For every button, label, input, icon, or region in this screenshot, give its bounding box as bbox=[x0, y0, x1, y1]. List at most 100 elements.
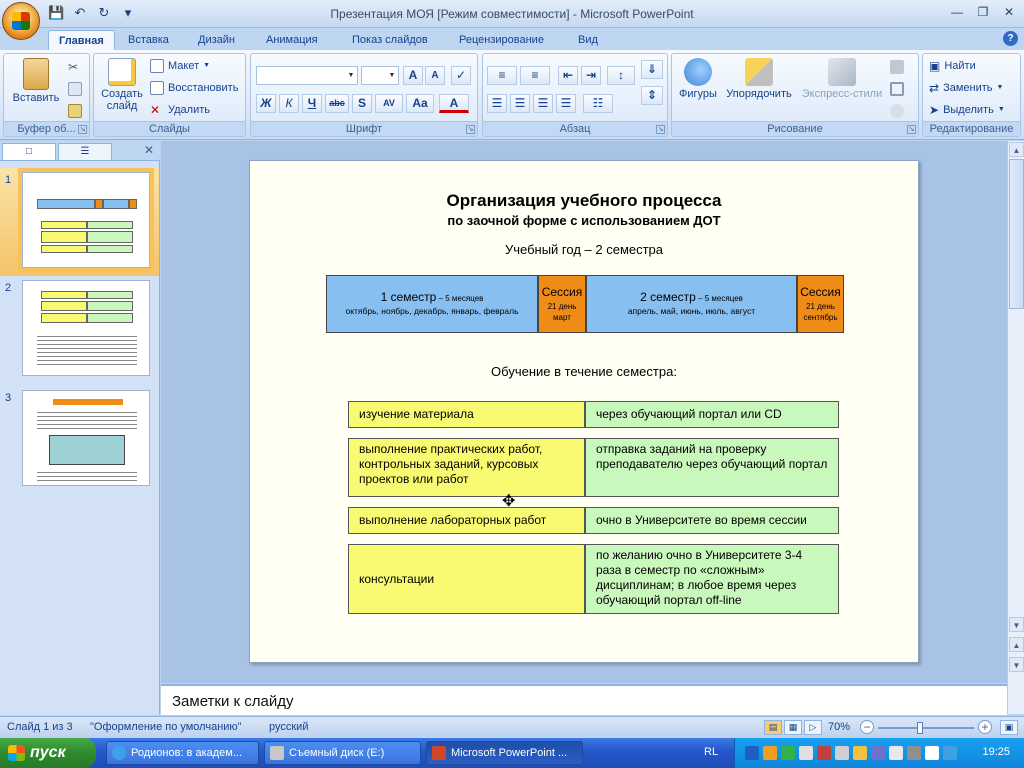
clipboard-launcher-icon[interactable]: ↘ bbox=[78, 125, 87, 134]
align-text-icon[interactable]: ⇕ bbox=[641, 86, 663, 105]
start-button[interactable]: пуск bbox=[0, 738, 96, 768]
font-color-button[interactable]: A bbox=[439, 94, 469, 113]
slide-canvas[interactable]: Организация учебного процесса по заочной… bbox=[249, 160, 919, 663]
strike-button[interactable]: abc bbox=[325, 94, 349, 113]
minimize-button[interactable]: — bbox=[946, 4, 968, 21]
printer-icon[interactable] bbox=[835, 746, 849, 760]
tab-home[interactable]: Главная bbox=[48, 30, 115, 50]
shape-effects-icon[interactable] bbox=[890, 104, 904, 118]
line-spacing-icon[interactable]: ↕ bbox=[607, 66, 635, 85]
align-right-icon[interactable]: ☰ bbox=[533, 94, 553, 113]
shadow-button[interactable]: S bbox=[352, 94, 372, 113]
language-indicator[interactable]: русский bbox=[269, 721, 308, 733]
thumbnail-slide-1[interactable] bbox=[22, 172, 150, 268]
paste-button[interactable]: Вставить bbox=[8, 58, 64, 104]
restore-button[interactable]: ❐ bbox=[972, 4, 994, 21]
task-removable-disk[interactable]: Съемный диск (E:) bbox=[264, 741, 421, 765]
tab-view[interactable]: Вид bbox=[568, 30, 608, 50]
zoom-slider-knob[interactable] bbox=[917, 722, 924, 734]
close-button[interactable]: ✕ bbox=[998, 4, 1020, 21]
shape-outline-icon[interactable] bbox=[890, 82, 904, 96]
messenger-icon[interactable] bbox=[889, 746, 903, 760]
change-case-button[interactable]: Aa bbox=[406, 94, 434, 113]
row-3-right[interactable]: очно в Университете во время сессии bbox=[585, 507, 839, 534]
copy-icon[interactable] bbox=[68, 82, 82, 96]
close-icon[interactable]: ✕ bbox=[144, 143, 154, 157]
task-powerpoint[interactable]: Microsoft PowerPoint ... bbox=[426, 741, 583, 765]
drawing-launcher-icon[interactable]: ↘ bbox=[907, 125, 916, 134]
thumbnail-slide-3[interactable] bbox=[22, 390, 150, 486]
grow-font-button[interactable]: A bbox=[403, 66, 423, 85]
update-icon[interactable] bbox=[853, 746, 867, 760]
increase-indent-icon[interactable]: ⇥ bbox=[581, 66, 601, 85]
session-1-cell[interactable]: Сессия 21 день март bbox=[538, 275, 586, 333]
text-direction-icon[interactable]: ⇓ bbox=[641, 60, 663, 79]
tab-slideshow[interactable]: Показ слайдов bbox=[342, 30, 438, 50]
semester-2-cell[interactable]: 2 семестр – 5 месяцев апрель, май, июнь,… bbox=[586, 275, 797, 333]
tab-design[interactable]: Дизайн bbox=[188, 30, 245, 50]
row-1-right[interactable]: через обучающий портал или CD bbox=[585, 401, 839, 428]
bullets-icon[interactable]: ≡ bbox=[487, 66, 517, 85]
slides-tab-icon[interactable]: □ bbox=[2, 143, 56, 160]
numbering-icon[interactable]: ≡ bbox=[520, 66, 550, 85]
italic-button[interactable]: К bbox=[279, 94, 299, 113]
row-2-left[interactable]: выполнение практических работ, контрольн… bbox=[348, 438, 585, 497]
arrange-button[interactable]: Упорядочить bbox=[722, 58, 796, 100]
format-painter-icon[interactable] bbox=[68, 104, 82, 118]
vertical-scrollbar[interactable]: ▲ ▼ ▲ ▼ bbox=[1007, 141, 1024, 714]
row-2-right[interactable]: отправка заданий на проверку преподавате… bbox=[585, 438, 839, 497]
slide-sorter-icon[interactable]: ▦ bbox=[784, 720, 802, 735]
clock[interactable]: 19:25 bbox=[982, 746, 1010, 758]
row-4-right[interactable]: по желанию очно в Университете 3-4 раза … bbox=[585, 544, 839, 614]
theme-name[interactable]: "Оформление по умолчанию" bbox=[90, 721, 242, 733]
fit-to-window-icon[interactable]: ▣ bbox=[1000, 720, 1018, 735]
font-launcher-icon[interactable]: ↘ bbox=[466, 125, 475, 134]
tab-review[interactable]: Рецензирование bbox=[449, 30, 554, 50]
notes-placeholder[interactable]: Заметки к слайду bbox=[172, 693, 294, 710]
font-name-combo[interactable]: ▼ bbox=[256, 66, 358, 85]
zoom-in-icon[interactable]: + bbox=[978, 720, 992, 734]
next-slide-icon[interactable]: ▼ bbox=[1009, 657, 1024, 672]
semester-1-cell[interactable]: 1 семестр – 5 месяцев октябрь, ноябрь, д… bbox=[326, 275, 538, 333]
layout-button[interactable]: Макет ▼ bbox=[150, 56, 210, 76]
quick-styles-button[interactable]: Экспресс-стили bbox=[798, 58, 886, 100]
keyboard-language[interactable]: RL bbox=[704, 746, 718, 758]
year-label[interactable]: Учебный год – 2 семестра bbox=[250, 242, 918, 257]
find-button[interactable]: ▣ Найти bbox=[929, 56, 976, 76]
scrollbar-thumb[interactable] bbox=[1009, 159, 1024, 309]
clock-app-icon[interactable] bbox=[925, 746, 939, 760]
align-center-icon[interactable]: ☰ bbox=[510, 94, 530, 113]
slideshow-view-icon[interactable]: ▷ bbox=[804, 720, 822, 735]
reset-button[interactable]: Восстановить bbox=[150, 78, 238, 98]
notes-pane[interactable]: Заметки к слайду bbox=[161, 684, 1007, 715]
task-browser[interactable]: Родионов: в академ... bbox=[106, 741, 259, 765]
columns-icon[interactable]: ☷ bbox=[583, 94, 613, 113]
align-left-icon[interactable]: ☰ bbox=[487, 94, 507, 113]
network-icon[interactable] bbox=[781, 746, 795, 760]
prev-slide-icon[interactable]: ▲ bbox=[1009, 637, 1024, 652]
normal-view-icon[interactable]: ▤ bbox=[764, 720, 782, 735]
antivirus-icon[interactable] bbox=[763, 746, 777, 760]
tab-animation[interactable]: Анимация bbox=[256, 30, 328, 50]
slide-title[interactable]: Организация учебного процесса bbox=[250, 191, 918, 211]
help-icon[interactable]: ? bbox=[1003, 31, 1018, 46]
spacing-button[interactable]: AV bbox=[375, 94, 403, 113]
session-2-cell[interactable]: Сессия 21 день сентябрь bbox=[797, 275, 844, 333]
font-size-combo[interactable]: ▼ bbox=[361, 66, 399, 85]
thumbnail-slide-2[interactable] bbox=[22, 280, 150, 376]
usb-icon[interactable] bbox=[871, 746, 885, 760]
cut-icon[interactable]: ✂ bbox=[68, 60, 82, 74]
scroll-down-icon[interactable]: ▼ bbox=[1009, 617, 1024, 632]
delete-slide-button[interactable]: ✕ Удалить bbox=[150, 100, 210, 120]
shrink-font-button[interactable]: A bbox=[425, 66, 445, 85]
justify-icon[interactable]: ☰ bbox=[556, 94, 576, 113]
volume-icon[interactable] bbox=[799, 746, 813, 760]
shapes-button[interactable]: Фигуры bbox=[676, 58, 720, 100]
zoom-slider[interactable] bbox=[878, 722, 974, 734]
replace-button[interactable]: ⇄ Заменить ▼ bbox=[929, 78, 1003, 98]
row-3-left[interactable]: выполнение лабораторных работ bbox=[348, 507, 585, 534]
scroll-up-icon[interactable]: ▲ bbox=[1009, 142, 1024, 157]
bold-button[interactable]: Ж bbox=[256, 94, 276, 113]
office-button[interactable] bbox=[2, 2, 40, 40]
zoom-out-icon[interactable]: − bbox=[860, 720, 874, 734]
